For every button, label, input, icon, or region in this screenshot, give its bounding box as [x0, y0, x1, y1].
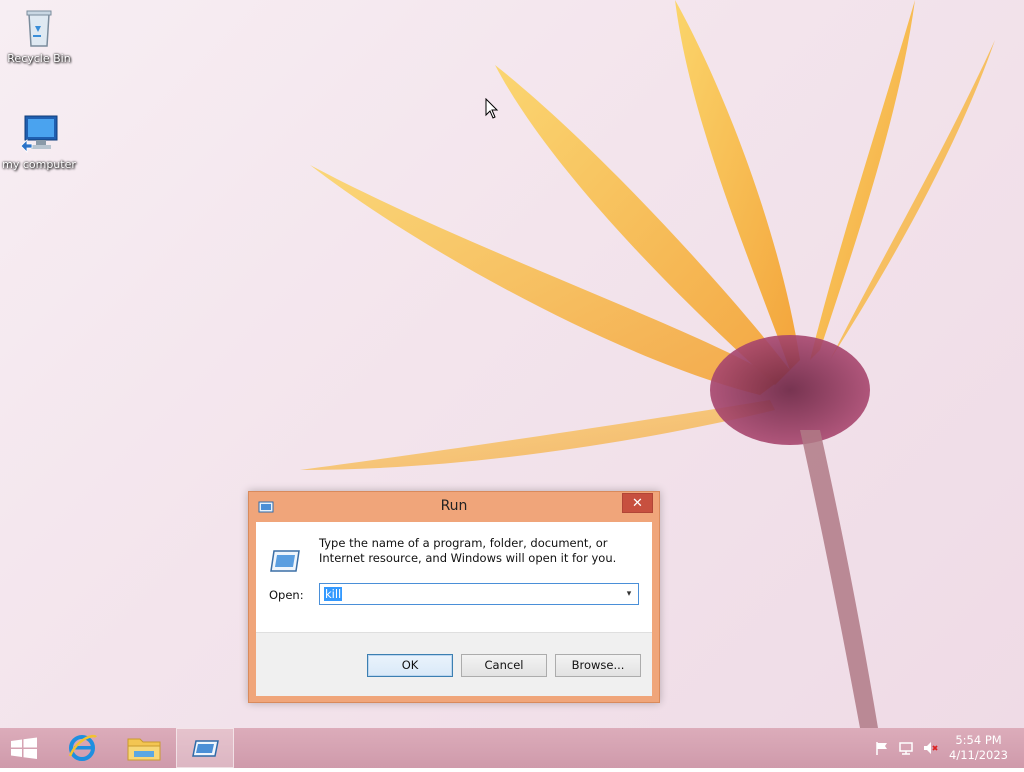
cancel-button[interactable]: Cancel [461, 654, 547, 677]
taskbar-file-explorer[interactable] [116, 728, 172, 768]
network-icon[interactable] [898, 740, 914, 756]
run-program-icon [270, 550, 300, 572]
recycle-bin-icon [19, 6, 59, 50]
desktop-icon-my-computer[interactable]: my computer [0, 112, 78, 171]
desktop-icon-label: my computer [2, 158, 76, 171]
internet-explorer-icon [68, 734, 98, 761]
taskbar-internet-explorer[interactable] [56, 728, 112, 768]
chevron-down-icon[interactable]: ▾ [622, 585, 636, 603]
run-icon [192, 740, 219, 757]
browse-button[interactable]: Browse... [555, 654, 641, 677]
clock-date: 4/11/2023 [949, 748, 1008, 762]
title-bar[interactable]: Run ✕ [249, 492, 659, 522]
desktop-icon-recycle-bin[interactable]: Recycle Bin [0, 6, 78, 65]
clock[interactable]: 5:54 PM 4/11/2023 [949, 733, 1008, 763]
flag-icon[interactable] [874, 740, 890, 756]
desktop-icon-label: Recycle Bin [7, 52, 71, 65]
start-button[interactable] [0, 728, 48, 768]
ok-button[interactable]: OK [367, 654, 453, 677]
computer-icon [19, 112, 59, 156]
dialog-title: Run [440, 498, 468, 514]
volume-muted-icon[interactable] [922, 740, 938, 756]
open-label: Open: [269, 588, 304, 602]
close-button[interactable]: ✕ [622, 493, 653, 513]
dialog-description: Type the name of a program, folder, docu… [319, 536, 617, 565]
clock-time: 5:54 PM [955, 733, 1002, 747]
open-combobox[interactable]: kill ▾ [319, 583, 639, 605]
run-dialog: Run ✕ Type the name of a program, folder… [248, 491, 660, 703]
taskbar-run[interactable] [176, 728, 234, 768]
mouse-cursor-icon [485, 98, 499, 119]
desktop: Recycle Bin my computer Run ✕ Type the n… [0, 0, 1024, 728]
taskbar: 5:54 PM 4/11/2023 [0, 728, 1024, 768]
windows-logo-icon [11, 737, 37, 759]
open-input-value[interactable]: kill [324, 587, 343, 601]
folder-icon [127, 738, 161, 761]
dialog-body: Type the name of a program, folder, docu… [256, 522, 652, 696]
